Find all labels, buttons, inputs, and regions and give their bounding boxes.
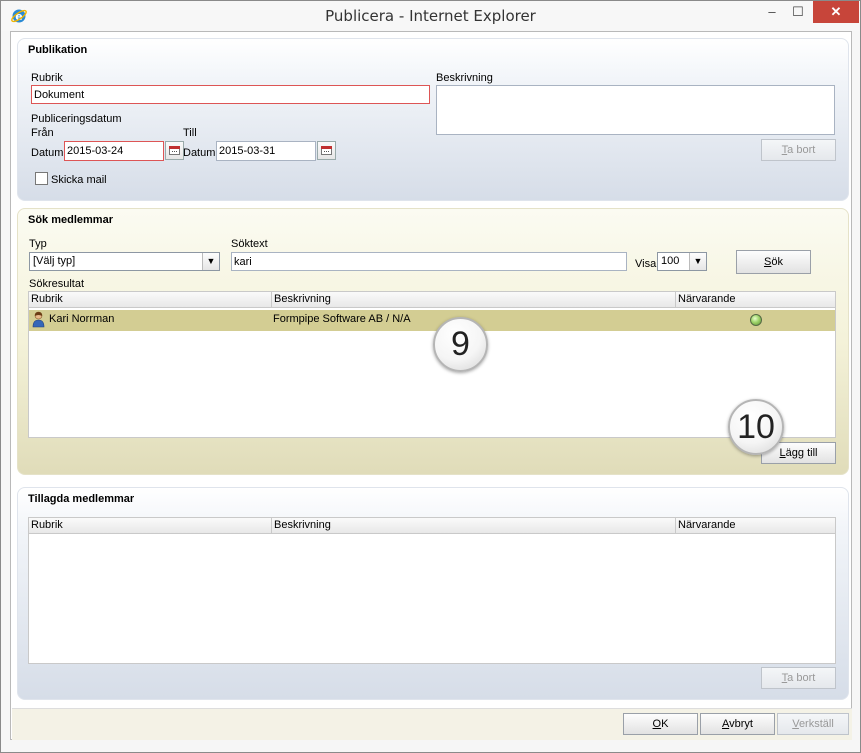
minimize-button[interactable]: –: [759, 1, 785, 23]
visa-select-value: 100: [661, 255, 680, 267]
publikation-ta-bort-button[interactable]: Ta bort: [761, 139, 836, 161]
grid-header: Rubrik Beskrivning Närvarande: [29, 292, 835, 308]
title-bar: e Publicera - Internet Explorer – ☐ ✕: [1, 1, 860, 31]
grid-header: Rubrik Beskrivning Närvarande: [29, 518, 835, 534]
soktext-input[interactable]: [231, 252, 627, 271]
table-row[interactable]: Kari Norrman Formpipe Software AB / N/A: [29, 310, 835, 331]
ta-bort-label: a bort: [787, 144, 816, 156]
till-datum-label: Datum: [183, 147, 216, 159]
column-header-rubrik[interactable]: Rubrik: [29, 518, 63, 533]
sok-button-label: ök: [771, 256, 783, 268]
avbryt-label: vbryt: [729, 718, 753, 730]
fran-label: Från: [31, 127, 54, 139]
tillagda-medlemmar-panel: Tillagda medlemmar Rubrik Beskrivning Nä…: [17, 487, 849, 700]
fran-datum-label: Datum: [31, 147, 64, 159]
column-header-narvarande[interactable]: Närvarande: [675, 292, 735, 307]
chevron-down-icon: ▼: [689, 253, 706, 270]
tillagda-medlemmar-title: Tillagda medlemmar: [28, 493, 135, 505]
beskrivning-label: Beskrivning: [436, 72, 493, 84]
column-header-narvarande[interactable]: Närvarande: [675, 518, 735, 533]
column-header-beskrivning[interactable]: Beskrivning: [271, 292, 331, 307]
ok-button[interactable]: OK: [623, 713, 698, 735]
present-status-icon: [750, 314, 762, 326]
browser-dialog-window: e Publicera - Internet Explorer – ☐ ✕ Pu…: [0, 0, 861, 753]
callout-10: 10: [728, 399, 784, 455]
typ-select-value: [Välj typ]: [33, 255, 76, 267]
verkstall-accesskey: V: [792, 718, 799, 730]
dialog-footer: OK Avbryt Verkställ: [12, 708, 852, 740]
till-date-input[interactable]: [216, 141, 316, 161]
beskrivning-textarea[interactable]: [436, 85, 835, 135]
sok-button[interactable]: Sök: [736, 250, 811, 274]
publiceringsdatum-label: Publiceringsdatum: [31, 113, 122, 125]
verkstall-label: erkställ: [798, 718, 834, 730]
chevron-down-icon: ▼: [202, 253, 219, 270]
close-button[interactable]: ✕: [813, 1, 859, 23]
till-calendar-button[interactable]: [317, 141, 336, 160]
window-title: Publicera - Internet Explorer: [325, 7, 536, 25]
user-icon: [32, 311, 45, 328]
fran-date-input[interactable]: [64, 141, 164, 161]
rubrik-label: Rubrik: [31, 72, 63, 84]
maximize-button[interactable]: ☐: [785, 1, 811, 23]
tillagda-grid: Rubrik Beskrivning Närvarande: [28, 517, 836, 664]
callout-9: 9: [433, 317, 488, 372]
visa-label: Visa: [635, 258, 657, 270]
verkstall-button[interactable]: Verkställ: [777, 713, 849, 735]
publikation-title: Publikation: [28, 44, 88, 56]
skicka-mail-label: Skicka mail: [51, 174, 107, 186]
ta-bort-label: a bort: [787, 672, 816, 684]
column-header-rubrik[interactable]: Rubrik: [29, 292, 63, 307]
till-label: Till: [183, 127, 197, 139]
ok-label: K: [661, 718, 669, 730]
calendar-icon: [321, 146, 332, 155]
sokresultat-grid: Rubrik Beskrivning Närvarande Kari Norrm…: [28, 291, 836, 438]
typ-select[interactable]: [Välj typ] ▼: [29, 252, 220, 271]
column-header-beskrivning[interactable]: Beskrivning: [271, 518, 331, 533]
ok-accesskey: O: [652, 718, 662, 730]
typ-label: Typ: [29, 238, 47, 250]
sok-medlemmar-title: Sök medlemmar: [28, 214, 113, 226]
avbryt-button[interactable]: Avbryt: [700, 713, 775, 735]
tillagda-ta-bort-button[interactable]: Ta bort: [761, 667, 836, 689]
skicka-mail-checkbox[interactable]: [35, 172, 48, 185]
row-beskrivning: Formpipe Software AB / N/A: [273, 313, 411, 325]
fran-calendar-button[interactable]: [165, 141, 184, 160]
sokresultat-label: Sökresultat: [29, 278, 85, 290]
rubrik-input[interactable]: [31, 85, 430, 104]
calendar-icon: [169, 146, 180, 155]
dialog-content: Publikation Rubrik Beskrivning Publiceri…: [10, 31, 852, 740]
lagg-till-label: ägg till: [785, 447, 818, 459]
soktext-label: Söktext: [231, 238, 268, 250]
visa-select[interactable]: 100 ▼: [657, 252, 707, 271]
row-rubrik: Kari Norrman: [49, 313, 115, 325]
publikation-panel: Publikation Rubrik Beskrivning Publiceri…: [17, 38, 849, 201]
